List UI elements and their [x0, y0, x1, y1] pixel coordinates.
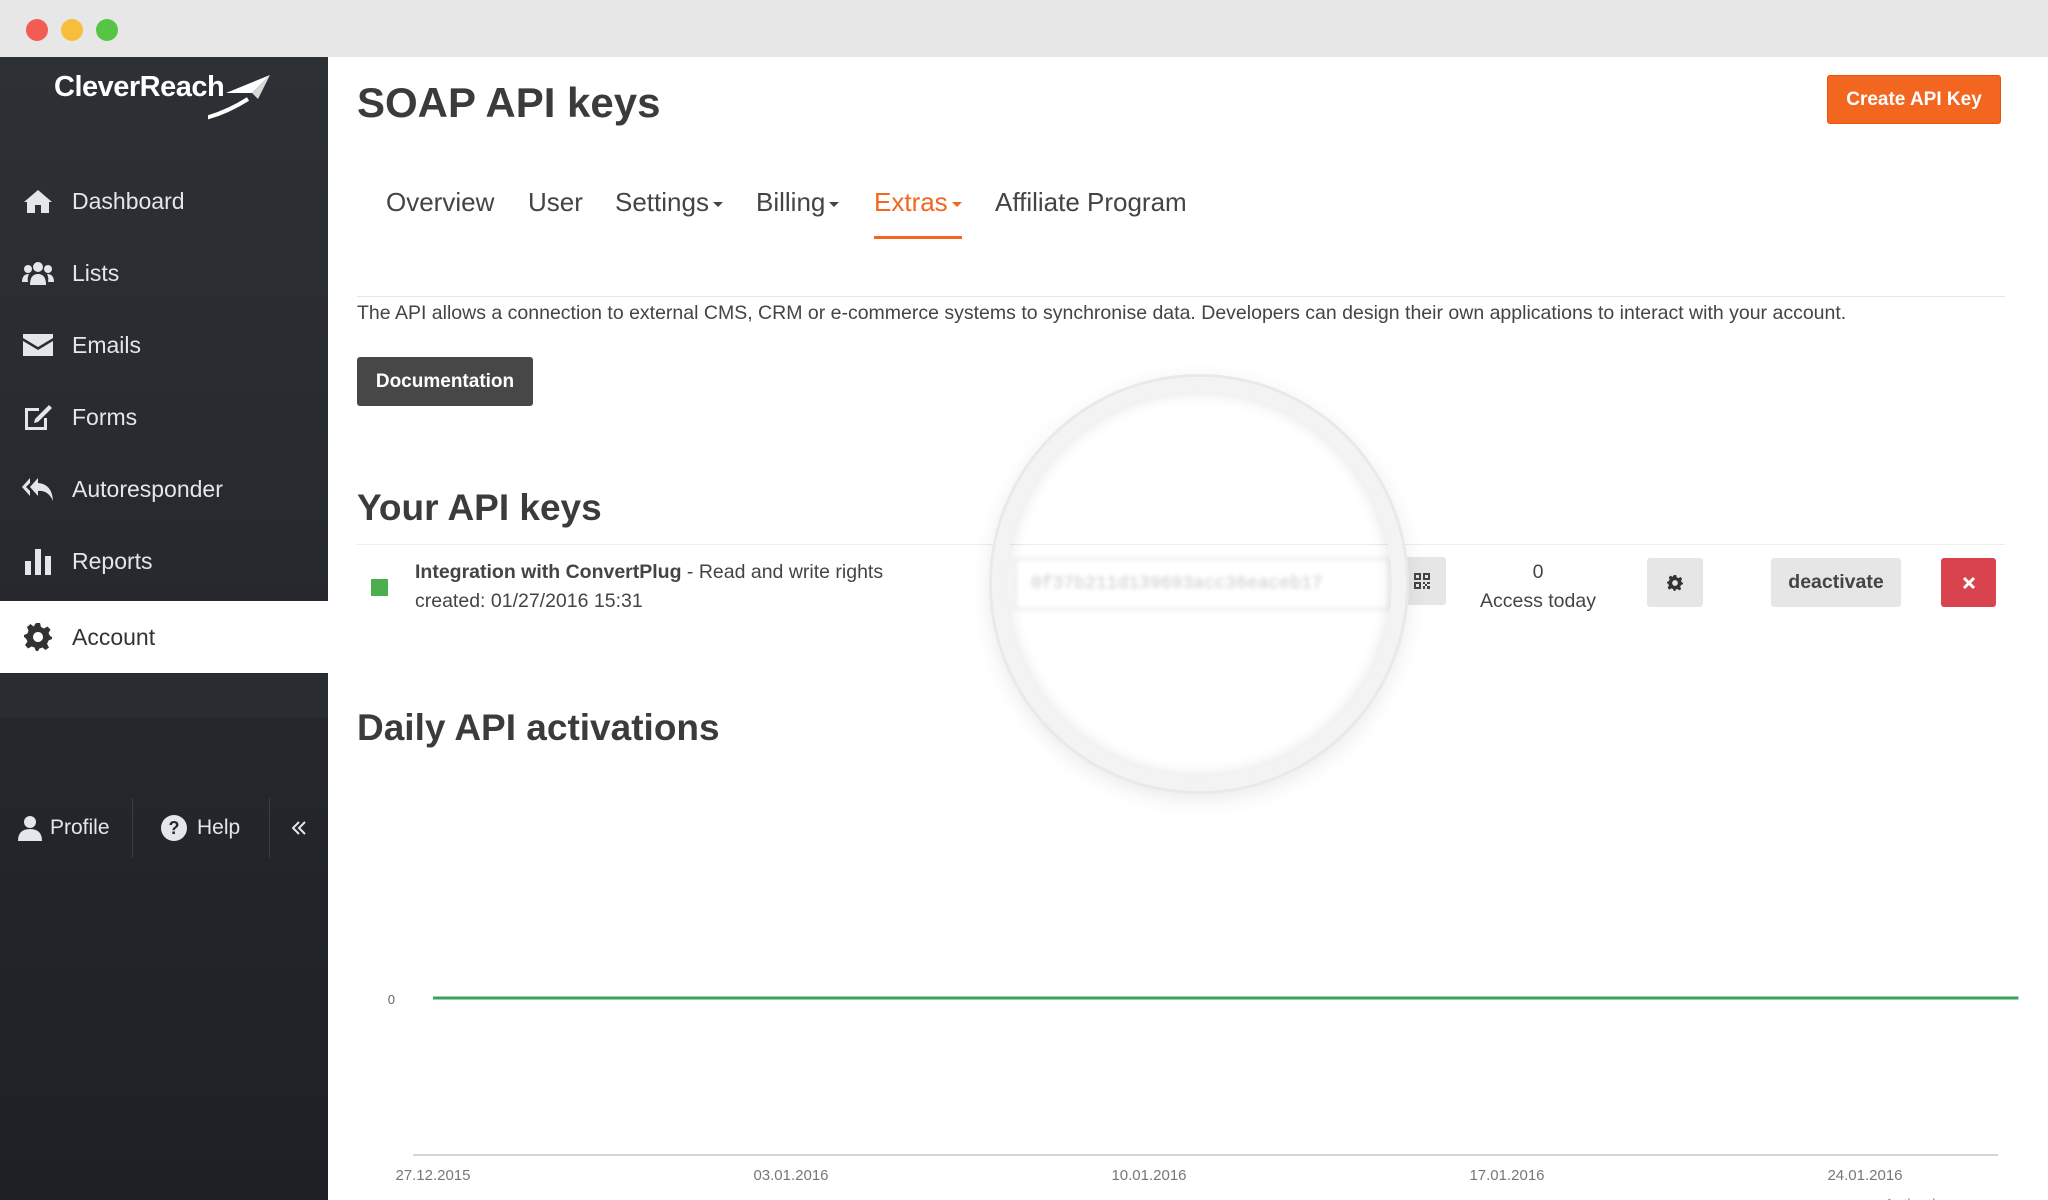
tab-overview[interactable]: Overview	[386, 187, 494, 239]
status-indicator	[371, 579, 388, 596]
x-tick-label: 17.01.2016	[1469, 1167, 1544, 1184]
tab-label: Overview	[386, 187, 495, 217]
sidebar-separator	[0, 674, 328, 717]
edit-icon	[0, 403, 72, 431]
api-key-created: created: 01/27/2016 15:31	[415, 590, 643, 612]
create-api-key-button[interactable]: Create API Key	[1827, 75, 2001, 124]
sidebar-item-label: Dashboard	[72, 187, 185, 214]
delete-key-button[interactable]	[1941, 558, 1996, 607]
envelope-icon	[0, 334, 72, 356]
api-key-field[interactable]: 0f37b211d139693acc36eaceb17	[1014, 558, 1390, 610]
sidebar-item-label: Autoresponder	[72, 475, 223, 502]
close-icon	[1962, 576, 1975, 589]
page-title: SOAP API keys	[357, 79, 661, 126]
caret-down-icon	[951, 201, 962, 207]
sidebar-item-dashboard[interactable]: Dashboard	[0, 165, 328, 237]
tab-billing[interactable]: Billing	[756, 187, 840, 239]
tab-settings[interactable]: Settings	[615, 187, 723, 239]
minimize-window-button[interactable]	[61, 19, 83, 41]
profile-label: Profile	[50, 816, 110, 839]
api-description: The API allows a connection to external …	[357, 302, 1847, 324]
caret-down-icon	[712, 201, 723, 207]
main-content: SOAP API keys Create API Key Overview Us…	[328, 57, 2048, 1200]
paper-plane-logo-icon	[208, 75, 270, 120]
home-icon	[0, 188, 72, 214]
tab-label: Affiliate Program	[995, 187, 1187, 217]
tab-extras[interactable]: Extras	[874, 187, 962, 239]
users-icon	[0, 260, 72, 286]
sidebar-item-account[interactable]: Account	[0, 601, 328, 673]
collapse-sidebar-button[interactable]	[270, 792, 328, 864]
key-settings-button[interactable]	[1647, 558, 1703, 607]
tab-label: Settings	[615, 187, 709, 217]
user-icon	[18, 816, 42, 841]
api-key-title: Integration with ConvertPlug - Read and …	[415, 561, 883, 584]
maximize-window-button[interactable]	[96, 19, 118, 41]
y-tick-label: 0	[388, 992, 395, 1007]
access-count: 0	[1532, 561, 1544, 583]
sidebar-item-emails[interactable]: Emails	[0, 309, 328, 381]
qr-code-icon	[1414, 573, 1430, 589]
sidebar-item-autoresponder[interactable]: Autoresponder	[0, 453, 328, 525]
question-circle-icon: ?	[161, 815, 187, 841]
account-tabs: Overview User Settings Billing Extras Af…	[357, 187, 2005, 297]
sidebar-item-reports[interactable]: Reports	[0, 525, 328, 597]
sidebar-item-label: Lists	[72, 259, 120, 286]
window-titlebar	[0, 0, 2048, 57]
deactivate-button[interactable]: deactivate	[1771, 558, 1901, 607]
double-chevron-left-icon	[292, 821, 306, 835]
svg-text:?: ?	[169, 818, 180, 838]
sidebar-item-label: Forms	[72, 403, 138, 430]
close-window-button[interactable]	[26, 19, 48, 41]
sidebar-item-label: Account	[72, 623, 156, 650]
sidebar: CleverReach Dashboard Lists Emails Forms	[0, 57, 328, 1200]
profile-button[interactable]: Profile	[0, 792, 132, 864]
documentation-button[interactable]: Documentation	[357, 357, 533, 406]
sidebar-bottom-bar: Profile ? Help	[0, 792, 328, 864]
gear-icon	[0, 623, 72, 651]
api-keys-heading: Your API keys	[357, 487, 602, 528]
x-tick-label: 10.01.2016	[1111, 1167, 1186, 1184]
section-divider	[357, 544, 2005, 545]
gear-icon	[1667, 574, 1683, 591]
qr-code-button[interactable]	[1398, 557, 1446, 605]
sidebar-item-forms[interactable]: Forms	[0, 381, 328, 453]
x-tick-label: 03.01.2016	[753, 1167, 828, 1184]
sidebar-item-lists[interactable]: Lists	[0, 237, 328, 309]
reply-all-icon	[0, 476, 72, 502]
help-label: Help	[197, 816, 241, 839]
access-label: Access today	[1480, 590, 1596, 612]
x-tick-label: 27.12.2015	[395, 1167, 470, 1184]
api-key-name: Integration with ConvertPlug	[415, 561, 682, 583]
bar-chart-icon	[0, 547, 72, 575]
tab-label: Extras	[874, 187, 948, 217]
caret-down-icon	[829, 201, 840, 207]
sidebar-item-label: Emails	[72, 331, 142, 358]
sidebar-item-label: Reports	[72, 547, 153, 574]
help-button[interactable]: ? Help	[133, 792, 269, 864]
tab-affiliate-program[interactable]: Affiliate Program	[995, 187, 1187, 239]
activations-heading: Daily API activations	[357, 707, 720, 748]
tab-user[interactable]: User	[528, 187, 583, 239]
brand-logo[interactable]: CleverReach	[54, 71, 270, 131]
tab-label: Billing	[756, 187, 826, 217]
api-key-rights: - Read and write rights	[681, 561, 884, 583]
brand-name: CleverReach	[54, 71, 225, 103]
activations-chart: 0 27.12.2015 03.01.2016 10.01.2016 17.01.201…	[388, 992, 2019, 1200]
x-tick-label: 24.01.2016	[1827, 1167, 1902, 1184]
tab-label: User	[528, 187, 583, 217]
